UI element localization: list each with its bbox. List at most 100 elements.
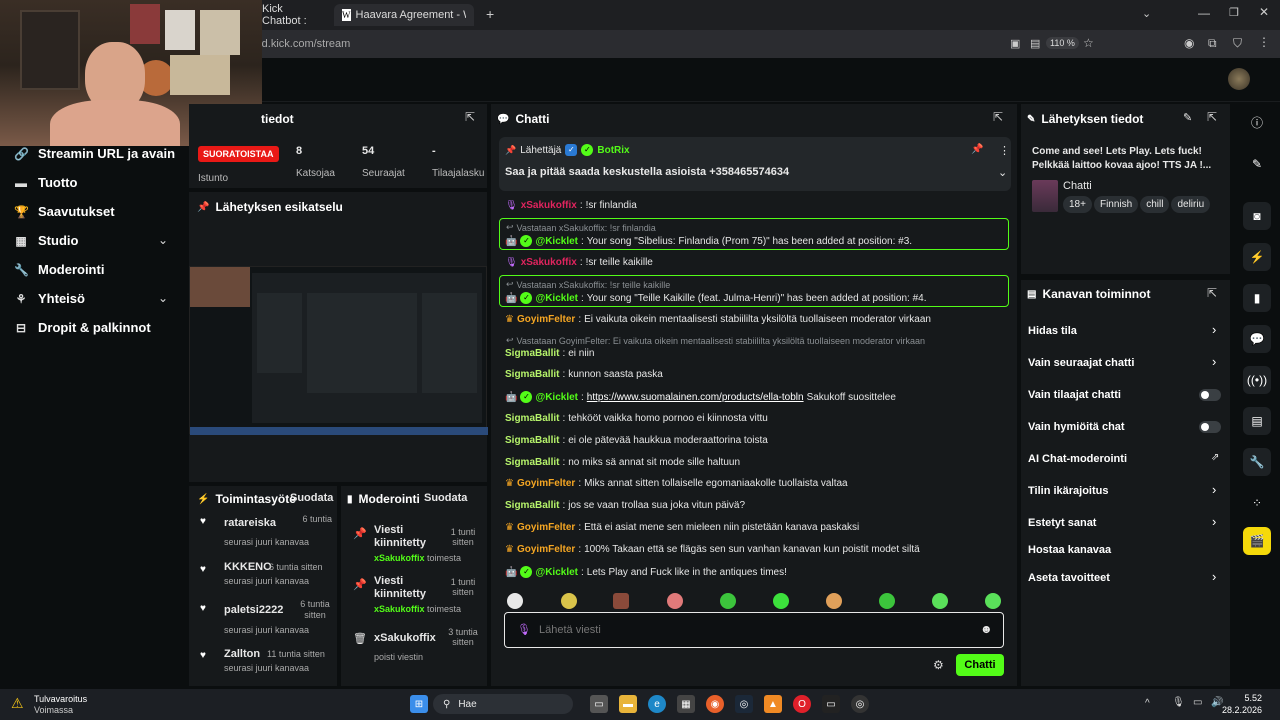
chevron-down-icon[interactable]: ⌄ xyxy=(158,291,168,305)
pin-icon[interactable]: 📌 xyxy=(971,144,983,155)
profile-icon[interactable]: ◉ xyxy=(1184,36,1194,50)
action-slow-mode[interactable]: Hidas tila xyxy=(1028,325,1077,337)
close-icon[interactable]: ✕ xyxy=(1259,5,1269,19)
chat-username[interactable]: xSakukoffix xyxy=(521,200,577,211)
bookmark-star-icon[interactable]: ☆ xyxy=(1083,36,1094,50)
tab-wikipedia[interactable]: W Haavara Agreement - Wikipedia xyxy=(334,4,474,26)
url-text[interactable]: rd.kick.com/stream xyxy=(258,38,350,50)
chevron-right-icon[interactable]: › xyxy=(1212,482,1216,497)
chat-username[interactable]: SigmaBallit xyxy=(505,435,559,446)
chat-username[interactable]: GoyimFelter xyxy=(517,522,575,533)
emote-icon[interactable] xyxy=(720,593,736,609)
activity-user[interactable]: Zallton xyxy=(224,648,260,660)
action-blocked-words[interactable]: Estetyt sanat xyxy=(1028,517,1096,529)
category-name[interactable]: Chatti xyxy=(1063,180,1092,192)
firefox-icon[interactable]: ◉ xyxy=(706,695,724,713)
tag[interactable]: deliriu xyxy=(1171,196,1211,213)
chat-input-box[interactable]: 🎙 ☻ xyxy=(504,612,1004,648)
popout-icon[interactable]: ⇱ xyxy=(465,110,475,124)
zoom-level[interactable]: 110 % xyxy=(1046,37,1079,49)
emote-icon[interactable] xyxy=(613,593,629,609)
emotes-only-toggle[interactable] xyxy=(1199,421,1221,433)
chat-username[interactable]: GoyimFelter xyxy=(517,314,575,325)
mod-action-user[interactable]: xSakukoffix xyxy=(374,604,425,614)
sidebar-item-stream-url[interactable]: 🔗 Streamin URL ja avain xyxy=(14,146,175,161)
chevron-right-icon[interactable]: › xyxy=(1212,322,1216,337)
chat-bubble-icon[interactable]: 💬 xyxy=(1243,325,1271,353)
chat-username[interactable]: SigmaBallit xyxy=(505,500,559,511)
chat-input[interactable] xyxy=(539,621,959,639)
moderation-filter-button[interactable]: Suodata xyxy=(424,492,467,504)
chat-username[interactable]: @Kicklet xyxy=(535,392,578,403)
windows-start-icon[interactable]: ⊞ xyxy=(410,695,428,713)
activity-user[interactable]: KKKENO xyxy=(224,561,272,573)
pencil-icon[interactable]: ✎ xyxy=(1243,150,1271,178)
broadcast-icon[interactable]: ((•)) xyxy=(1243,366,1271,394)
activity-user[interactable]: ratareiska xyxy=(224,517,276,529)
maximize-icon[interactable]: ❐ xyxy=(1229,6,1239,19)
sidebar-item-studio[interactable]: ▦ Studio xyxy=(14,233,78,248)
chevron-right-icon[interactable]: › xyxy=(1212,354,1216,369)
sidebar-item-revenue[interactable]: ▬ Tuotto xyxy=(14,175,77,190)
opera-icon[interactable]: O xyxy=(793,695,811,713)
tab-list-icon[interactable]: ⌄ xyxy=(1142,7,1151,20)
mod-action-user[interactable]: xSakukoffix xyxy=(374,632,436,644)
emote-icon[interactable] xyxy=(507,593,523,609)
chat-username[interactable]: xSakukoffix xyxy=(521,257,577,268)
more-icon[interactable]: ⋮ xyxy=(999,144,1010,157)
sidebar-item-moderation[interactable]: 🔧 Moderointi xyxy=(14,262,104,277)
sidebar-item-drops[interactable]: ⊟ Dropit & palkinnot xyxy=(14,320,151,335)
info-icon[interactable]: ⓘ xyxy=(1243,108,1271,136)
chat-username[interactable]: GoyimFelter xyxy=(517,544,575,555)
chevron-down-icon[interactable]: ⌄ xyxy=(998,166,1007,179)
action-age-restriction[interactable]: Tilin ikärajoitus xyxy=(1028,485,1109,497)
reader-icon[interactable]: ▤ xyxy=(1030,37,1040,50)
emote-icon[interactable] xyxy=(826,593,842,609)
chat-username[interactable]: @Kicklet xyxy=(535,293,578,304)
emote-icon[interactable] xyxy=(773,593,789,609)
warning-icon[interactable]: ⚠ xyxy=(11,695,24,712)
clapper-icon[interactable]: 🎬 xyxy=(1243,527,1271,555)
taskbar-search[interactable]: ⚲ Hae xyxy=(433,694,573,714)
chevron-down-icon[interactable]: ⌄ xyxy=(158,233,168,247)
mod-action-user[interactable]: xSakukoffix xyxy=(374,553,425,563)
chat-username[interactable]: SigmaBallit xyxy=(505,457,559,468)
edit-icon[interactable]: ✎ xyxy=(1183,111,1192,124)
chat-username[interactable]: GoyimFelter xyxy=(517,478,575,489)
action-set-goals[interactable]: Aseta tavoitteet xyxy=(1028,572,1110,584)
chevron-right-icon[interactable]: › xyxy=(1212,514,1216,529)
clock-date[interactable]: 28.2.2026 xyxy=(1218,705,1262,715)
emote-icon[interactable] xyxy=(879,593,895,609)
tag[interactable]: 18+ xyxy=(1063,196,1092,213)
steam-icon[interactable]: ◎ xyxy=(735,695,753,713)
sidebar-item-community[interactable]: ⚘ Yhteisö xyxy=(14,291,85,306)
minimize-icon[interactable]: — xyxy=(1198,6,1210,20)
emote-icon[interactable] xyxy=(667,593,683,609)
task-view-icon[interactable]: ▭ xyxy=(590,695,608,713)
mic-icon[interactable]: 🎙 xyxy=(1172,697,1185,708)
activity-filter-button[interactable]: Suodata xyxy=(290,492,333,504)
sidebar-item-achievements[interactable]: 🏆 Saavutukset xyxy=(14,204,115,219)
action-ai-moderation[interactable]: AI Chat-moderointi xyxy=(1028,453,1127,465)
pinned-message[interactable]: 📌 Lähettäjä ✓ ✓ BotRix Saa ja pitää saad… xyxy=(499,137,1011,191)
gear-icon[interactable]: ⚙ xyxy=(933,658,944,672)
wrench-icon[interactable]: 🔧 xyxy=(1243,448,1271,476)
obs-icon[interactable]: ◎ xyxy=(851,695,869,713)
menu-icon[interactable]: ⋮ xyxy=(1258,35,1270,49)
popout-icon[interactable]: ⇱ xyxy=(1207,110,1217,124)
subscribers-only-toggle[interactable] xyxy=(1199,389,1221,401)
emote-icon[interactable] xyxy=(932,593,948,609)
shield-icon[interactable]: ⛉ xyxy=(1233,36,1242,51)
file-explorer-icon[interactable]: ▬ xyxy=(619,695,637,713)
tray-chevron-icon[interactable]: ^ xyxy=(1145,698,1150,709)
emote-icon[interactable] xyxy=(561,593,577,609)
apps-icon[interactable]: ⁘ xyxy=(1243,489,1271,517)
chat-username[interactable]: @Kicklet xyxy=(535,567,578,578)
emote-icon[interactable] xyxy=(985,593,1001,609)
network-icon[interactable]: ▭ xyxy=(1193,697,1202,708)
action-followers-only[interactable]: Vain seuraajat chatti xyxy=(1028,357,1134,369)
clock-time[interactable]: 5.52 xyxy=(1232,693,1262,703)
camera-icon[interactable]: ◙ xyxy=(1243,202,1271,230)
preview-video[interactable] xyxy=(189,266,488,435)
popout-icon[interactable]: ⇱ xyxy=(1207,286,1217,300)
